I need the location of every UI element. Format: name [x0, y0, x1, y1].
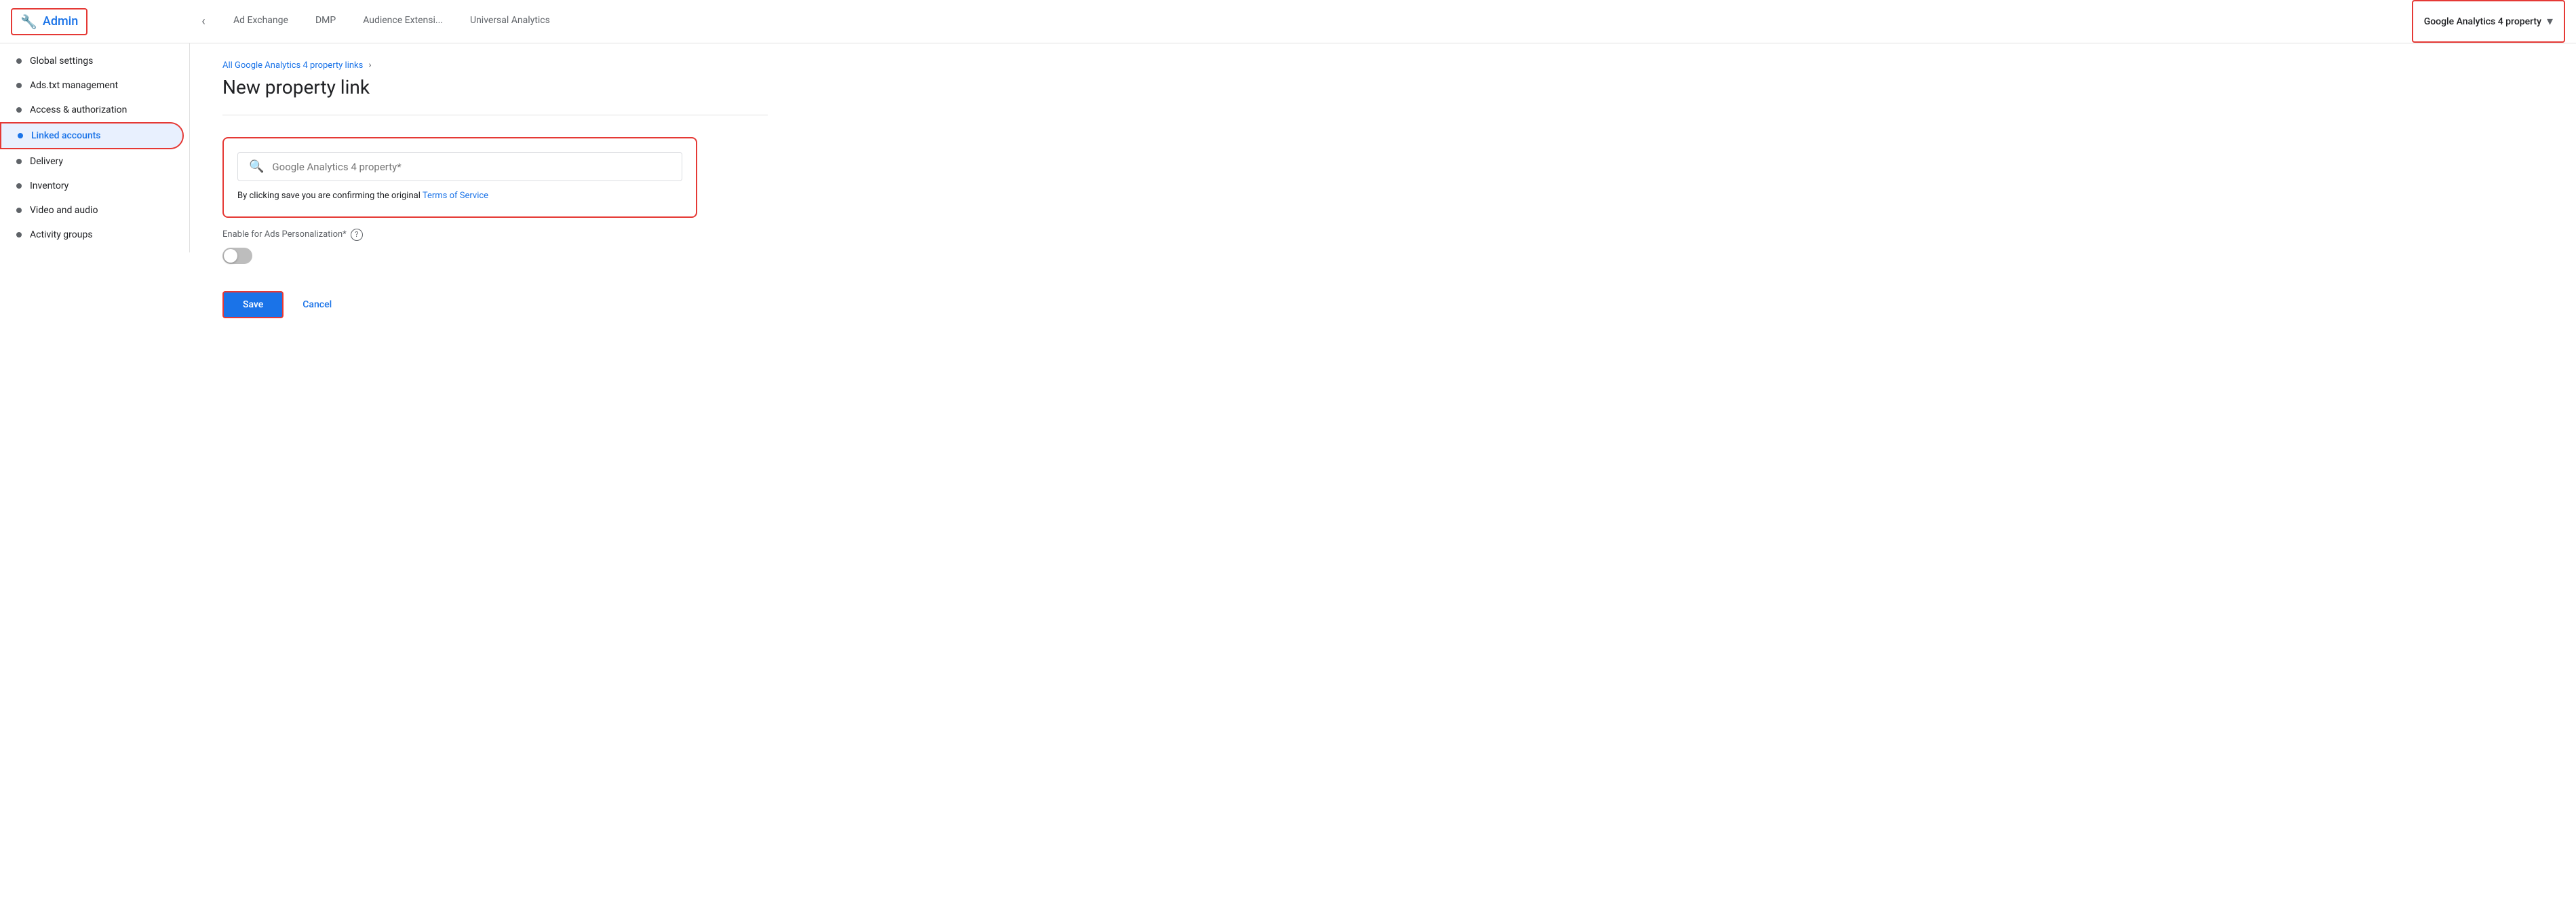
- search-input-wrapper: 🔍: [237, 152, 682, 181]
- sidebar: Global settings Ads.txt management Acces…: [0, 43, 190, 252]
- content-area: All Google Analytics 4 property links › …: [190, 43, 2576, 912]
- sidebar-item-activity-groups[interactable]: Activity groups: [0, 223, 184, 247]
- save-button[interactable]: Save: [222, 291, 284, 318]
- tab-ga4-label: Google Analytics 4 property: [2424, 16, 2541, 27]
- content-inner: All Google Analytics 4 property links › …: [190, 43, 800, 335]
- breadcrumb: All Google Analytics 4 property links ›: [222, 60, 768, 71]
- sidebar-dot-video-audio: [16, 208, 22, 213]
- back-button[interactable]: ‹: [190, 8, 217, 35]
- tos-text: By clicking save you are confirming the …: [237, 189, 682, 203]
- tab-audience-label: Audience Extensi...: [363, 15, 443, 26]
- wrench-icon: 🔧: [20, 14, 37, 30]
- sidebar-label-global-settings: Global settings: [30, 56, 93, 66]
- top-nav-tabs: ‹ Ad Exchange DMP Audience Extensi... Un…: [190, 0, 2576, 43]
- sidebar-label-linked-accounts: Linked accounts: [31, 130, 101, 141]
- sidebar-dot-inventory: [16, 183, 22, 189]
- sidebar-dot-ads-txt: [16, 83, 22, 88]
- sidebar-item-global-settings[interactable]: Global settings: [0, 49, 184, 73]
- sidebar-wrapper: Global settings Ads.txt management Acces…: [0, 43, 190, 912]
- top-nav: 🔧 Admin ‹ Ad Exchange DMP Audience Exten…: [0, 0, 2576, 43]
- tab-audience[interactable]: Audience Extensi...: [349, 0, 456, 43]
- cancel-button[interactable]: Cancel: [294, 292, 340, 317]
- sidebar-dot-activity-groups: [16, 232, 22, 238]
- sidebar-dot-delivery: [16, 159, 22, 164]
- top-nav-left: 🔧 Admin: [0, 8, 190, 35]
- sidebar-item-linked-accounts[interactable]: Linked accounts: [0, 122, 184, 149]
- ga4-property-search-input[interactable]: [272, 161, 671, 173]
- sidebar-dot-linked-accounts: [18, 133, 23, 138]
- page-title: New property link: [222, 76, 768, 98]
- sidebar-item-video-audio[interactable]: Video and audio: [0, 198, 184, 223]
- sidebar-dot-global-settings: [16, 58, 22, 64]
- main-area: Global settings Ads.txt management Acces…: [0, 43, 2576, 912]
- search-icon: 🔍: [249, 159, 264, 174]
- tab-adx-label: Ad Exchange: [233, 15, 288, 26]
- tab-adx[interactable]: Ad Exchange: [220, 0, 302, 43]
- tab-ga4-dropdown[interactable]: Google Analytics 4 property ▾: [2412, 0, 2565, 43]
- sidebar-label-inventory: Inventory: [30, 180, 69, 191]
- tos-prefix: By clicking save you are confirming the …: [237, 191, 423, 201]
- chevron-down-icon: ▾: [2547, 14, 2553, 28]
- tab-dmp-label: DMP: [315, 15, 336, 26]
- sidebar-label-ads-txt: Ads.txt management: [30, 80, 118, 91]
- sidebar-label-delivery: Delivery: [30, 156, 63, 167]
- sidebar-item-access-auth[interactable]: Access & authorization: [0, 98, 184, 122]
- breadcrumb-separator: ›: [368, 60, 371, 71]
- tos-link[interactable]: Terms of Service: [423, 191, 488, 201]
- ads-personalization-toggle[interactable]: [222, 248, 252, 264]
- toggle-label: Enable for Ads Personalization* ?: [222, 229, 697, 241]
- sidebar-item-ads-txt[interactable]: Ads.txt management: [0, 73, 184, 98]
- toggle-section: Enable for Ads Personalization* ?: [222, 229, 697, 264]
- admin-label-text: Admin: [43, 14, 78, 28]
- search-section: 🔍 By clicking save you are confirming th…: [222, 137, 697, 218]
- sidebar-label-activity-groups: Activity groups: [30, 229, 93, 240]
- tab-dmp[interactable]: DMP: [302, 0, 349, 43]
- back-arrow-icon: ‹: [201, 14, 205, 28]
- toggle-knob: [224, 249, 237, 263]
- admin-button[interactable]: 🔧 Admin: [11, 8, 87, 35]
- help-icon[interactable]: ?: [351, 229, 363, 241]
- sidebar-label-access-auth: Access & authorization: [30, 104, 127, 115]
- toggle-label-text: Enable for Ads Personalization*: [222, 229, 347, 240]
- tab-universal[interactable]: Universal Analytics: [456, 0, 564, 43]
- tab-universal-label: Universal Analytics: [470, 15, 550, 26]
- breadcrumb-link[interactable]: All Google Analytics 4 property links: [222, 60, 363, 71]
- sidebar-item-delivery[interactable]: Delivery: [0, 149, 184, 174]
- sidebar-dot-access-auth: [16, 107, 22, 113]
- sidebar-label-video-audio: Video and audio: [30, 205, 98, 216]
- action-buttons: Save Cancel: [222, 291, 768, 318]
- sidebar-item-inventory[interactable]: Inventory: [0, 174, 184, 198]
